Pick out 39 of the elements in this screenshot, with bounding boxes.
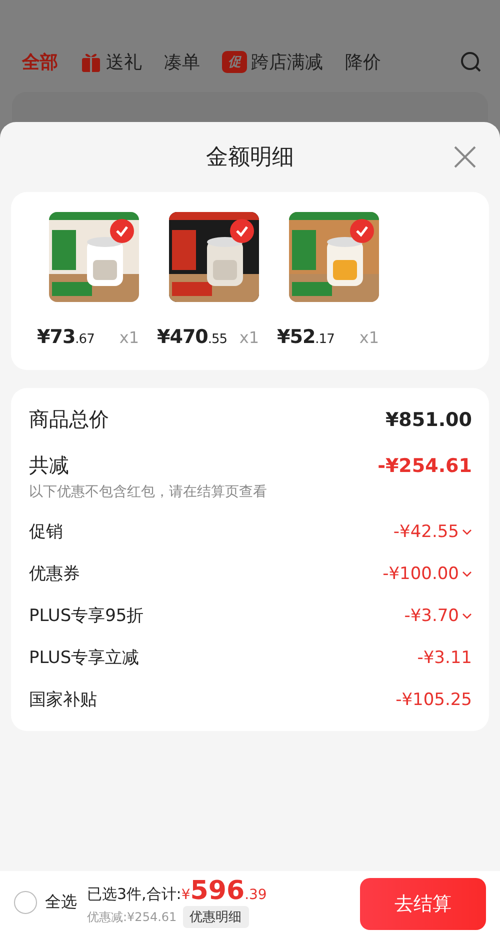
product-price: ¥470.55 <box>157 326 228 348</box>
gift-icon <box>80 51 102 73</box>
summary-label: 共减 <box>29 452 69 479</box>
chevron-down-icon[interactable] <box>462 570 472 576</box>
promo-badge: 促 <box>222 51 247 73</box>
category-tab[interactable]: 凑单 <box>164 50 200 74</box>
summary-amount: -¥254.61 <box>378 454 472 476</box>
chevron-down-icon[interactable] <box>462 612 472 618</box>
summary-label: 国家补贴 <box>29 689 97 711</box>
category-tab[interactable]: 降价 <box>345 50 381 74</box>
checkout-button[interactable]: 去结算 <box>360 878 486 930</box>
summary-amount: -¥100.00 <box>382 564 459 584</box>
summary-label: 优惠券 <box>29 563 80 585</box>
select-all-label[interactable]: 全选 <box>45 892 77 912</box>
product-price: ¥73.67 <box>37 326 94 348</box>
summary-amount: -¥105.25 <box>396 690 472 710</box>
category-tab[interactable]: 送礼 <box>80 50 142 74</box>
summary-amount: -¥3.70 <box>404 606 459 626</box>
summary-label: PLUS专享立减 <box>29 647 140 669</box>
total-text: 已选3件,合计:¥596.39 <box>87 876 267 906</box>
summary-label: 促销 <box>29 521 63 543</box>
summary-amount: -¥42.55 <box>393 522 459 542</box>
search-icon[interactable] <box>460 51 482 73</box>
summary-amount: -¥3.11 <box>417 648 472 668</box>
product-quantity: x1 <box>239 328 259 347</box>
select-all-radio[interactable] <box>14 890 37 914</box>
details-button[interactable]: 优惠明细 <box>182 906 249 928</box>
summary-note: 以下优惠不包含红包，请在结算页查看 <box>29 483 268 501</box>
sheet-title: 金额明细 <box>206 144 294 172</box>
summary-label: PLUS专享95折 <box>29 605 144 627</box>
close-button[interactable] <box>452 144 478 170</box>
summary-label: 商品总价 <box>29 406 109 433</box>
chevron-down-icon[interactable] <box>462 528 472 534</box>
discount-text: 优惠减:¥254.61 <box>87 908 177 926</box>
product-quantity: x1 <box>359 328 379 347</box>
category-tab[interactable]: 促 跨店满减 <box>222 50 323 74</box>
summary-amount: ¥851.00 <box>385 408 472 430</box>
product-quantity: x1 <box>119 328 139 347</box>
product-price: ¥52.17 <box>277 326 334 348</box>
